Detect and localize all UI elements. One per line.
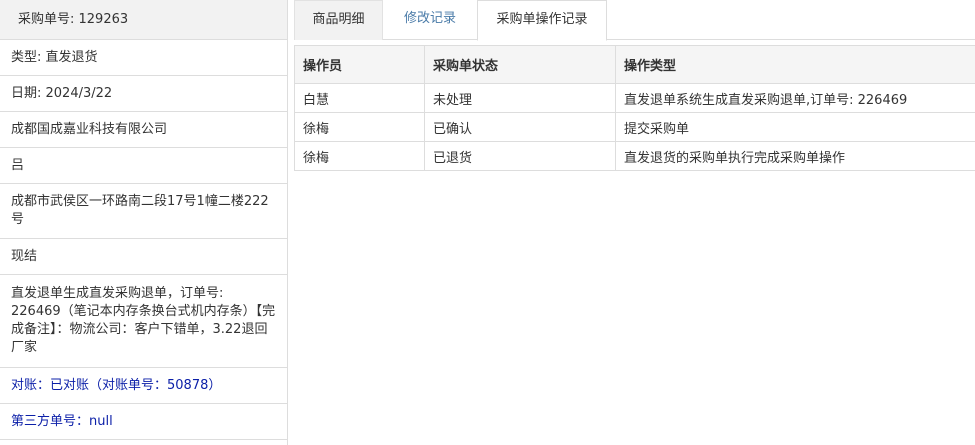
third-party-number[interactable]: 第三方单号：null (0, 404, 287, 440)
tab-bar: 商品明细 修改记录 采购单操作记录 (294, 0, 975, 41)
table-row: 白慧 未处理 直发退单系统生成直发采购退单,订单号: 226469 (294, 83, 975, 113)
operation-log-table: 操作员 采购单状态 操作类型 白慧 未处理 直发退单系统生成直发采购退单,订单号… (294, 45, 975, 171)
supplier-address: 成都市武侯区一环路南二段17号1幢二楼222号 (0, 184, 287, 239)
table-row: 徐梅 已退货 直发退货的采购单执行完成采购单操作 (294, 141, 975, 171)
column-header-operator: 操作员 (294, 45, 425, 84)
payment-method: 现结 (0, 239, 287, 275)
cell-operation-type: 直发退单系统生成直发采购退单,订单号: 226469 (615, 83, 975, 113)
cell-operator: 徐梅 (294, 112, 425, 142)
order-date: 日期: 2024/3/22 (0, 76, 287, 112)
cell-status: 未处理 (424, 83, 616, 113)
table-row: 徐梅 已确认 提交采购单 (294, 112, 975, 142)
po-number: 采购单号: 129263 (0, 0, 287, 40)
cell-operation-type: 直发退货的采购单执行完成采购单操作 (615, 141, 975, 171)
supplier-name: 成都国成嘉业科技有限公司 (0, 112, 287, 148)
tab-product-details[interactable]: 商品明细 (294, 0, 383, 40)
order-type: 类型: 直发退货 (0, 40, 287, 76)
cell-status: 已退货 (424, 141, 616, 171)
column-header-status: 采购单状态 (424, 45, 616, 84)
tab-operation-log[interactable]: 采购单操作记录 (477, 0, 607, 41)
reconciliation-status[interactable]: 对账：已对账（对账单号：50878） (0, 368, 287, 404)
table-header-row: 操作员 采购单状态 操作类型 (294, 45, 975, 84)
column-header-operation-type: 操作类型 (615, 45, 975, 84)
order-info-panel: 采购单号: 129263 类型: 直发退货 日期: 2024/3/22 成都国成… (0, 0, 288, 445)
contact-name: 吕 (0, 148, 287, 184)
tab-modification-log[interactable]: 修改记录 (383, 0, 477, 40)
cell-status: 已确认 (424, 112, 616, 142)
cell-operator: 徐梅 (294, 141, 425, 171)
order-remark: 直发退单生成直发采购退单，订单号: 226469（笔记本内存条换台式机内存条）【… (0, 275, 287, 368)
cell-operator: 白慧 (294, 83, 425, 113)
cell-operation-type: 提交采购单 (615, 112, 975, 142)
